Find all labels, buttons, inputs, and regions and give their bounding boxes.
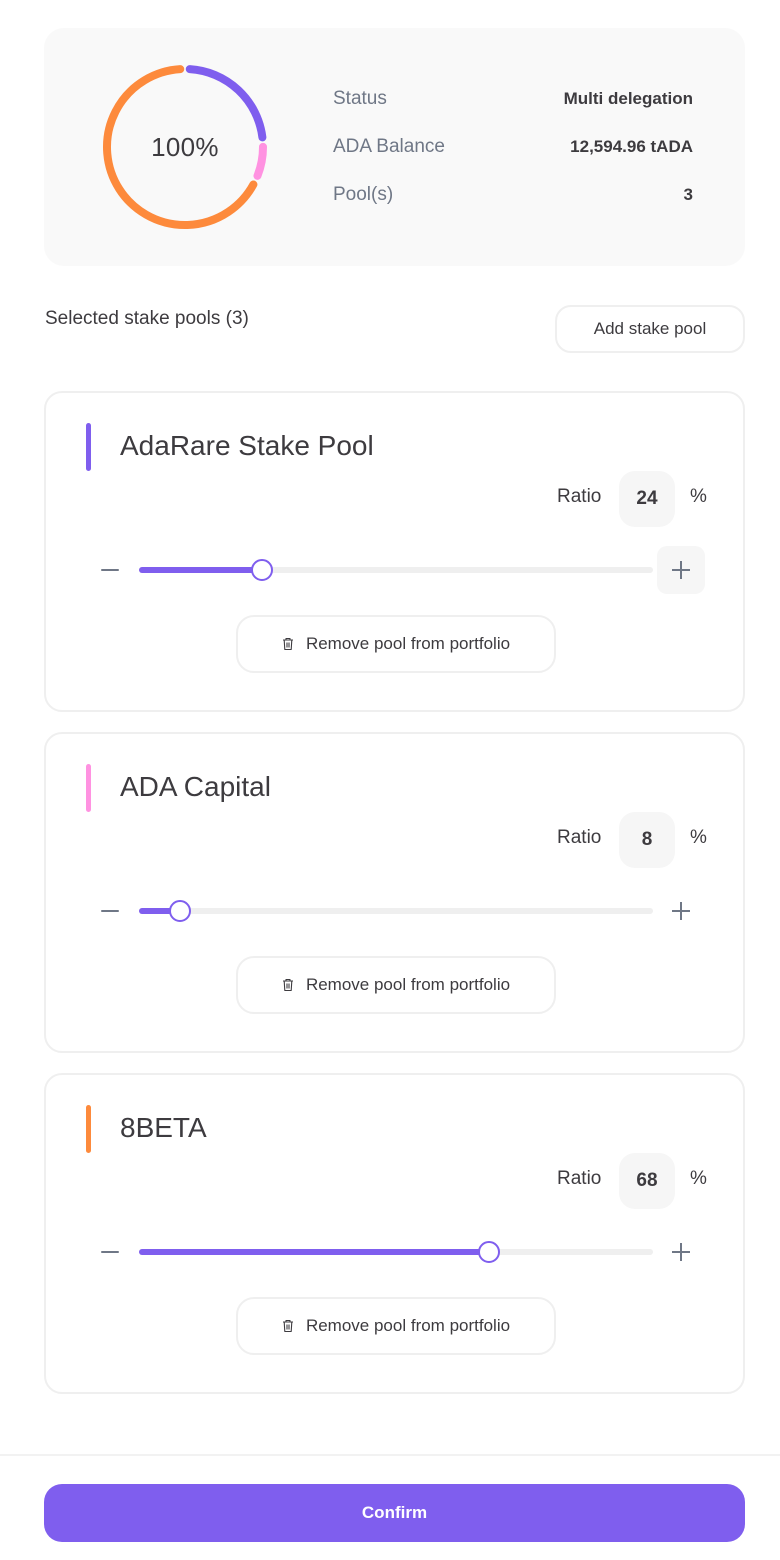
trash-icon <box>282 978 293 992</box>
slider-thumb[interactable] <box>477 1241 500 1263</box>
remove-pool-button[interactable]: Remove pool from portfolio <box>236 615 556 673</box>
trash-icon <box>282 1319 293 1333</box>
status-row: Status Multi delegation <box>333 86 693 112</box>
slider-thumb[interactable] <box>251 559 274 581</box>
remove-pool-label: Remove pool from portfolio <box>305 1316 511 1335</box>
trash-icon <box>282 637 293 651</box>
percent-sign: % <box>690 486 707 507</box>
delegation-summary-card: 100% Status Multi delegation ADA Balance… <box>44 28 745 266</box>
remove-pool-button[interactable]: Remove pool from portfolio <box>236 956 556 1014</box>
remove-pool-label: Remove pool from portfolio <box>305 975 511 994</box>
increase-ratio-button[interactable] <box>657 1228 705 1276</box>
slider-track <box>139 908 653 914</box>
minus-icon <box>101 569 119 571</box>
decrease-ratio-button[interactable] <box>96 556 124 584</box>
ratio-slider[interactable] <box>139 559 653 581</box>
pool-name: AdaRare Stake Pool <box>120 430 374 461</box>
ratio-slider[interactable] <box>139 900 653 922</box>
decrease-ratio-button[interactable] <box>96 897 124 925</box>
pool-card: 8BETA Ratio 68 % Remove pool from portfo… <box>44 1073 745 1394</box>
increase-ratio-button[interactable] <box>657 887 705 935</box>
confirm-button[interactable]: Confirm <box>44 1484 745 1542</box>
ratio-input[interactable]: 68 <box>619 1153 675 1209</box>
slider-fill <box>139 1249 489 1255</box>
increase-ratio-button[interactable] <box>657 546 705 594</box>
ratio-label: Ratio <box>557 827 602 848</box>
percent-sign: % <box>690 827 707 848</box>
remove-pool-label: Remove pool from portfolio <box>305 634 511 653</box>
ratio-label: Ratio <box>557 1168 602 1189</box>
pools-count-row: Pool(s) 3 <box>333 182 693 208</box>
status-label: Status <box>333 88 387 109</box>
ada-balance-value: 12,594.96 tADA <box>570 137 693 156</box>
pool-card: AdaRare Stake Pool Ratio 24 % Remove poo… <box>44 391 745 712</box>
add-stake-pool-button[interactable]: Add stake pool <box>555 305 745 353</box>
minus-icon <box>101 910 119 912</box>
ada-balance-label: ADA Balance <box>333 136 445 157</box>
slider-fill <box>139 567 263 573</box>
ratio-slider[interactable] <box>139 1241 653 1263</box>
status-value: Multi delegation <box>563 89 693 108</box>
percent-sign: % <box>690 1168 707 1189</box>
pool-color-bar <box>86 1105 91 1153</box>
selected-pools-heading: Selected stake pools (3) <box>45 308 249 329</box>
pool-color-bar <box>86 423 91 471</box>
ratio-input[interactable]: 24 <box>619 471 675 527</box>
ratio-input[interactable]: 8 <box>619 812 675 868</box>
footer-divider <box>0 1454 780 1456</box>
pool-card: ADA Capital Ratio 8 % Remove pool from p… <box>44 732 745 1053</box>
minus-icon <box>101 1251 119 1253</box>
pool-name: 8BETA <box>120 1112 207 1143</box>
decrease-ratio-button[interactable] <box>96 1238 124 1266</box>
slider-thumb[interactable] <box>169 900 192 922</box>
pool-color-bar <box>86 764 91 812</box>
pools-count-value: 3 <box>683 185 693 204</box>
pools-count-label: Pool(s) <box>333 184 394 205</box>
ratio-label: Ratio <box>557 486 602 507</box>
remove-pool-button[interactable]: Remove pool from portfolio <box>236 1297 556 1355</box>
delegation-donut-chart: 100% <box>100 62 270 232</box>
donut-total-percent: 100% <box>151 131 219 162</box>
ada-balance-row: ADA Balance 12,594.96 tADA <box>333 134 693 160</box>
pool-name: ADA Capital <box>120 771 271 802</box>
